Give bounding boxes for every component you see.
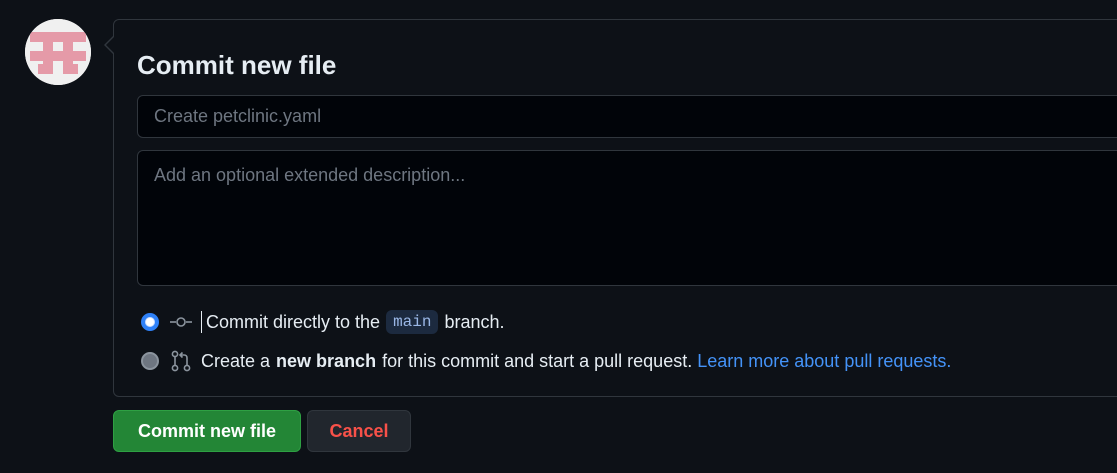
cancel-button[interactable]: Cancel xyxy=(307,410,411,452)
text-cursor xyxy=(201,311,202,333)
commit-page: Commit new file Commit directly to the m… xyxy=(0,0,1117,473)
commit-direct-text: Commit directly to the xyxy=(206,311,381,332)
identicon-avatar-icon xyxy=(25,19,91,85)
commit-direct-text-after: branch. xyxy=(444,311,505,332)
new-branch-bold-text: new branch xyxy=(276,350,377,371)
git-pull-request-icon xyxy=(169,350,193,372)
commit-summary-input[interactable] xyxy=(137,95,1117,138)
git-commit-icon xyxy=(169,311,193,333)
commit-direct-radio[interactable] xyxy=(141,313,159,331)
branch-name-chip: main xyxy=(386,310,439,334)
user-avatar[interactable] xyxy=(25,19,91,85)
new-branch-option[interactable]: Create a new branch for this commit and … xyxy=(141,350,951,372)
new-branch-text-after: for this commit and start a pull request… xyxy=(382,350,693,371)
commit-new-file-button[interactable]: Commit new file xyxy=(113,410,301,452)
commit-description-input[interactable] xyxy=(137,150,1117,286)
learn-more-pull-requests-link[interactable]: Learn more about pull requests. xyxy=(697,351,951,372)
new-branch-radio[interactable] xyxy=(141,352,159,370)
commit-form-title: Commit new file xyxy=(137,50,337,80)
new-branch-text-before: Create a xyxy=(201,350,271,371)
commit-direct-option[interactable]: Commit directly to the main branch. xyxy=(141,310,505,334)
comment-caret-inner xyxy=(106,37,114,53)
commit-form: Commit new file Commit directly to the m… xyxy=(113,19,1117,397)
